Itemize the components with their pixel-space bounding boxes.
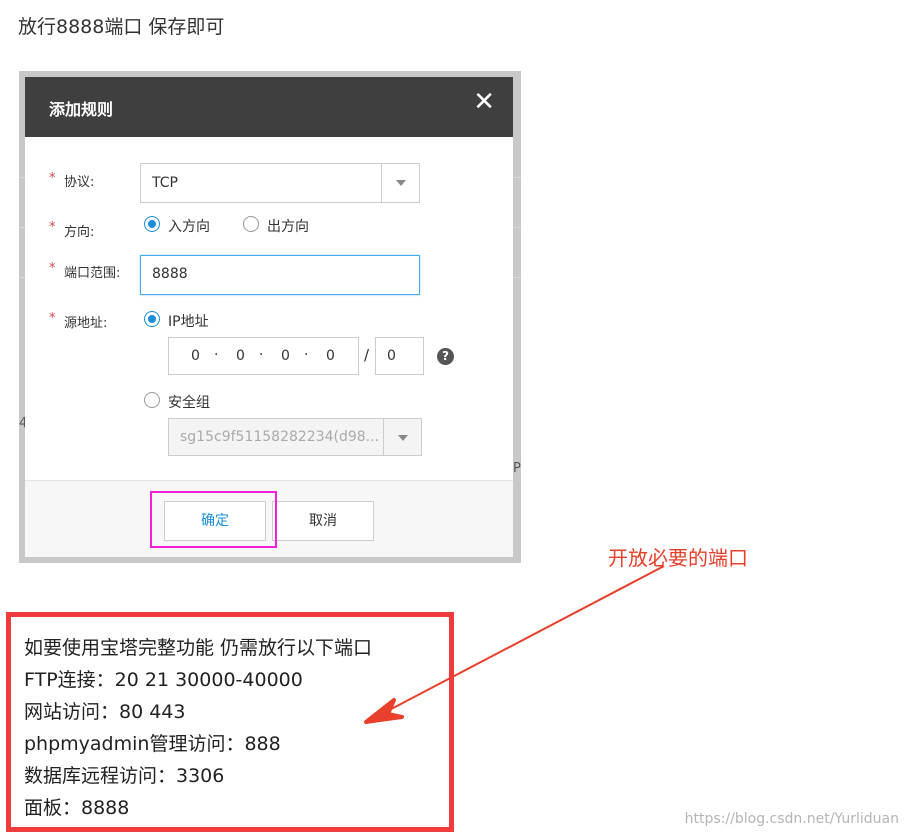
info-line: 数据库远程访问：3306 — [24, 765, 225, 787]
info-line: 如要使用宝塔完整功能 仍需放行以下端口 — [24, 637, 373, 659]
info-line: 网站访问：80 443 — [24, 701, 186, 723]
watermark: https://blog.csdn.net/Yurliduan — [684, 811, 899, 827]
info-line: 面板：8888 — [24, 797, 130, 819]
required-ports-box: 如要使用宝塔完整功能 仍需放行以下端口 FTP连接：20 21 30000-40… — [6, 612, 454, 832]
info-line: phpmyadmin管理访问：888 — [24, 733, 281, 755]
info-line: FTP连接：20 21 30000-40000 — [24, 669, 303, 691]
